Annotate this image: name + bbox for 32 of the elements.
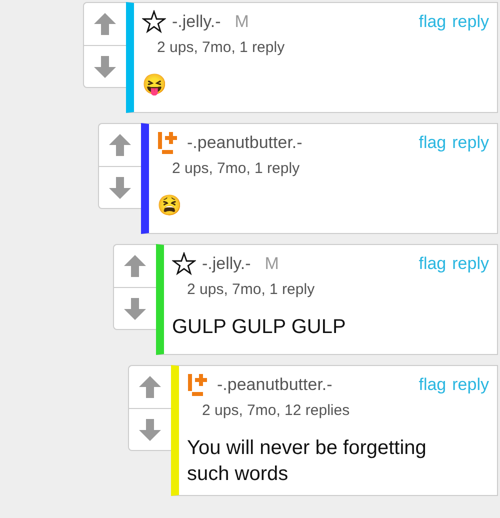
action-link[interactable]: flag bbox=[418, 12, 446, 32]
gender-tag: M bbox=[264, 254, 279, 274]
comment-meta: 2 ups, 7mo, 1 reply bbox=[187, 281, 316, 298]
down-arrow-icon bbox=[108, 176, 132, 200]
comment-text: 😝 bbox=[142, 72, 168, 98]
username-link[interactable]: -.peanutbutter.- bbox=[187, 133, 302, 153]
action-link[interactable]: reply bbox=[452, 12, 489, 32]
up-arrow-icon bbox=[93, 12, 117, 36]
username-link[interactable]: -.jelly.- bbox=[202, 254, 251, 274]
action-link[interactable]: flag bbox=[418, 254, 446, 274]
up-arrow-icon bbox=[138, 375, 162, 399]
down-arrow-icon bbox=[138, 418, 162, 442]
star-icon bbox=[142, 10, 166, 34]
action-link[interactable]: reply bbox=[452, 375, 489, 395]
up-arrow-icon bbox=[108, 133, 132, 157]
action-link[interactable]: reply bbox=[452, 133, 489, 153]
gender-tag: M bbox=[234, 12, 249, 32]
down-arrow-icon bbox=[123, 296, 147, 320]
star-icon bbox=[172, 252, 196, 276]
down-arrow-icon bbox=[93, 54, 117, 78]
comment-meta: 2 ups, 7mo, 1 reply bbox=[157, 39, 286, 56]
username-link[interactable]: -.jelly.- bbox=[172, 12, 221, 32]
up-arrow-icon bbox=[123, 254, 147, 278]
action-link[interactable]: reply bbox=[452, 254, 489, 274]
comment-text: You will never be forgetting such words bbox=[187, 436, 428, 487]
username-link[interactable]: -.peanutbutter.- bbox=[217, 375, 332, 395]
comment-meta: 2 ups, 7mo, 12 replies bbox=[202, 402, 351, 419]
comment-text: 😫 bbox=[157, 194, 183, 219]
comment-text: GULP GULP GULP bbox=[172, 315, 347, 340]
comment-meta: 2 ups, 7mo, 1 reply bbox=[172, 160, 301, 177]
action-link[interactable]: flag bbox=[418, 375, 446, 395]
action-link[interactable]: flag bbox=[418, 133, 446, 153]
